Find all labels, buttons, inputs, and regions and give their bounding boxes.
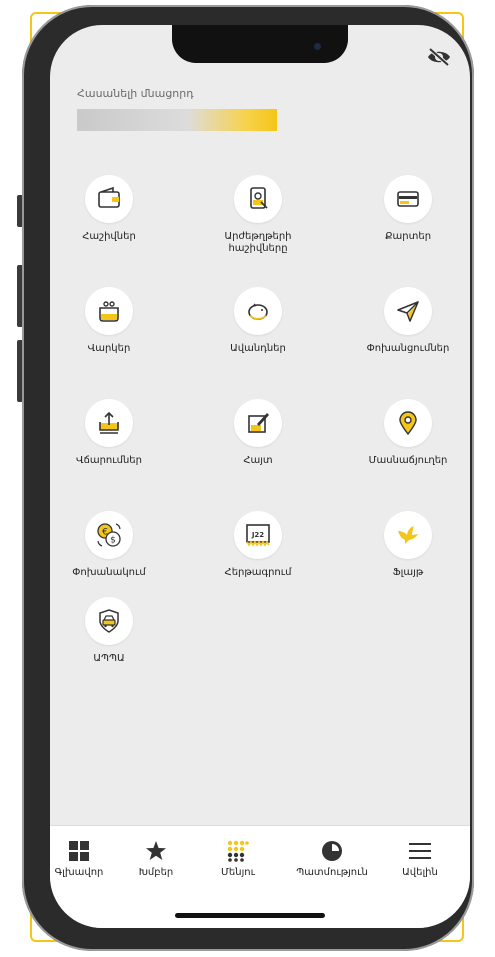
- menu-label: Ֆլայթ: [392, 567, 424, 578]
- star-icon: [146, 841, 166, 860]
- tab-history[interactable]: Պատմություն: [290, 838, 374, 878]
- menu-label: Ավանդներ: [230, 343, 286, 354]
- balance-value-masked: [77, 109, 277, 131]
- menu-item-queue[interactable]: J22 Հերթագրում: [193, 511, 323, 579]
- menu-label: Քարտեր: [384, 231, 432, 242]
- menu-item-application[interactable]: Հայտ: [193, 399, 323, 467]
- menu-label: ԱՊՊԱ: [93, 653, 125, 664]
- menu-label: Հերթագրում: [224, 567, 292, 578]
- piggy-bank-icon: [248, 303, 268, 320]
- wallet-icon: [98, 186, 120, 208]
- menu-item-car-insurance[interactable]: ԱՊՊԱ: [50, 597, 174, 665]
- menu-item-accounts[interactable]: Հաշիվներ: [50, 175, 174, 243]
- edit-icon: [248, 413, 269, 433]
- menu-label: Հայտ: [243, 455, 273, 466]
- clock-icon: [322, 841, 342, 861]
- menu-label: Հաշիվներ: [82, 231, 136, 242]
- camera: [314, 43, 321, 50]
- menu-item-transfers[interactable]: Փոխանցումներ: [343, 287, 470, 355]
- menu-label: Փոխանցումներ: [366, 343, 450, 354]
- tab-label: Խմբեր: [138, 867, 174, 878]
- svg-text:J22: J22: [251, 531, 264, 539]
- send-icon: [397, 301, 419, 322]
- menu-item-payments[interactable]: Վճարումներ: [50, 399, 174, 467]
- menu-item-securities-accounts[interactable]: Արժեթղթերի հաշիվները: [193, 175, 323, 255]
- menu-label: Վճարումներ: [76, 455, 142, 466]
- menu-label: Մասնաճյուղեր: [368, 455, 448, 466]
- tab-label: Պատմություն: [296, 867, 368, 878]
- bird-icon: [398, 526, 418, 544]
- tab-label: Մենյու: [221, 867, 255, 878]
- queue-ticket-icon: J22: [246, 524, 270, 547]
- currency-exchange-icon: € $: [97, 523, 121, 547]
- eye-off-icon: [428, 47, 450, 67]
- balance-label: Հասանելի մնացորդ: [77, 87, 194, 100]
- tab-groups[interactable]: Խմբեր: [114, 838, 198, 878]
- securities-icon: [250, 187, 268, 209]
- tab-home[interactable]: Գլխավոր: [50, 838, 121, 878]
- app-screen: Հասանելի մնացորդ Հաշիվներ Արժեթղթերի հաշ…: [50, 25, 470, 928]
- menu-item-deposits[interactable]: Ավանդներ: [193, 287, 323, 355]
- bottom-tab-bar: Գլխավոր Խմբեր Մենյու Պատմություն Ավելին: [50, 825, 470, 928]
- menu-item-cards[interactable]: Քարտեր: [343, 175, 470, 243]
- menu-label: Փոխանակում: [72, 567, 146, 578]
- menu-item-loans[interactable]: Վարկեր: [50, 287, 174, 355]
- purse-icon: [99, 301, 119, 322]
- home-indicator: [175, 913, 325, 918]
- menu-item-branches[interactable]: Մասնաճյուղեր: [343, 399, 470, 467]
- notch: [172, 25, 348, 63]
- tab-menu[interactable]: Մենյու: [196, 838, 280, 878]
- location-pin-icon: [399, 411, 417, 436]
- tab-label: Ավելին: [402, 867, 438, 878]
- tab-more[interactable]: Ավելին: [378, 838, 462, 878]
- card-icon: [397, 191, 419, 207]
- hide-balance-button[interactable]: [426, 46, 452, 68]
- menu-label: Արժեթղթերի հաշիվները: [224, 231, 292, 254]
- menu-item-exchange[interactable]: € $ Փոխանակում: [50, 511, 174, 579]
- hamburger-icon: [409, 843, 431, 859]
- car-insurance-icon: [99, 609, 119, 633]
- menu-label: Վարկեր: [87, 343, 131, 354]
- dots-grid-icon: [227, 840, 249, 862]
- tab-label: Գլխավոր: [54, 867, 104, 878]
- upload-tray-icon: [99, 411, 119, 434]
- svg-text:$: $: [110, 536, 116, 546]
- menu-item-flight[interactable]: Ֆլայթ: [343, 511, 470, 579]
- grid-icon: [69, 841, 89, 861]
